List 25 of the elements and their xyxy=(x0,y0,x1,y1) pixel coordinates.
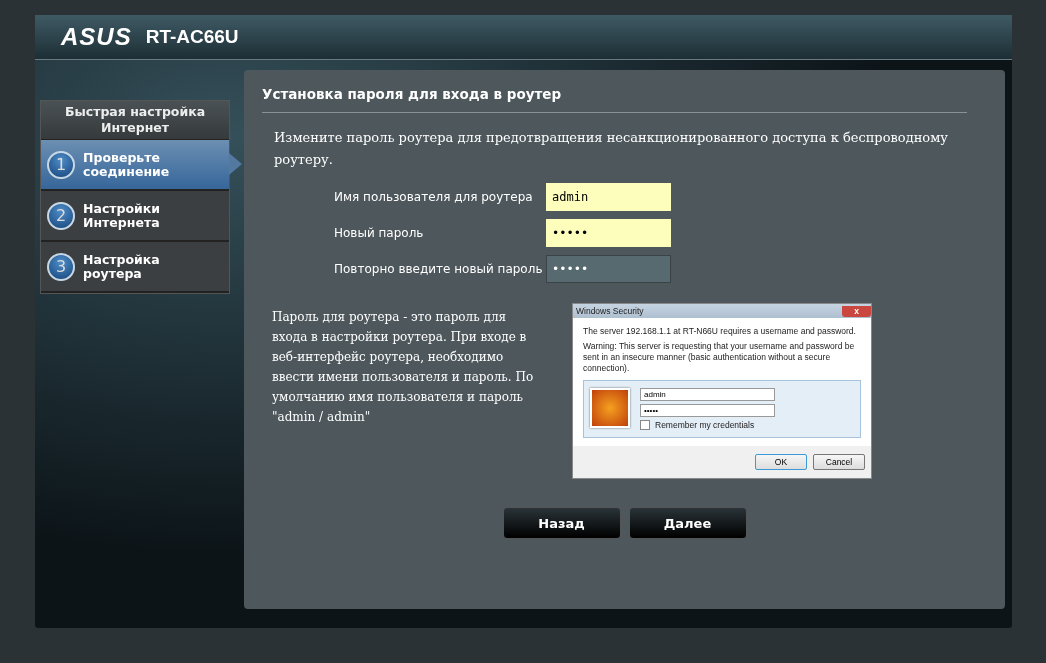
nav-button[interactable]: Назад xyxy=(502,507,621,539)
dialog-warning: Warning: This server is requesting that your username and password be sent in an insecure manner (basic authentication without a secure connection). xyxy=(583,341,856,374)
intro-text: Измените пароль роутера для предотвращения несанкционированного доступа к беспроводному роутеру. xyxy=(274,129,949,169)
close-button[interactable]: x xyxy=(842,305,871,317)
field-label: Повторно введите новый пароль xyxy=(334,262,544,276)
sidebar-title: Быстрая настройка Интернет xyxy=(41,101,229,140)
checkbox-label: Remember my credentials xyxy=(655,420,755,430)
input-field[interactable]: ••••• xyxy=(546,219,671,247)
username-field[interactable]: admin xyxy=(640,388,775,401)
password-field[interactable]: ••••• xyxy=(640,404,775,417)
model-name: RT-AC66U xyxy=(145,26,239,48)
input-field[interactable]: admin xyxy=(546,183,671,211)
nav-button[interactable]: Далее xyxy=(628,507,747,539)
dialog-button[interactable]: OK xyxy=(755,454,807,470)
input-field[interactable]: ••••• xyxy=(546,255,671,283)
dialog-button[interactable]: Cancel xyxy=(813,454,865,470)
dialog-message: The server 192.168.1.1 at RT-N66U requires a username and password. xyxy=(583,326,857,337)
checkbox[interactable] xyxy=(640,420,650,430)
brand-logo: ASUS xyxy=(61,23,132,51)
note-text: Пароль для роутера - это пароль для входа в настройки роутера. При входе в веб-интерфейс роутера, необходимо ввести имени пользователя и пароль. По умолчанию имя пользователя и пароль "admin / admin" xyxy=(272,309,534,426)
panel-title: Установка пароля для входа в роутер xyxy=(262,86,967,113)
field-label: Имя пользователя для роутера xyxy=(334,190,534,204)
field-label: Новый пароль xyxy=(334,226,425,240)
user-picture-placeholder xyxy=(590,388,630,428)
dialog-title: Windows Security xyxy=(576,306,644,316)
